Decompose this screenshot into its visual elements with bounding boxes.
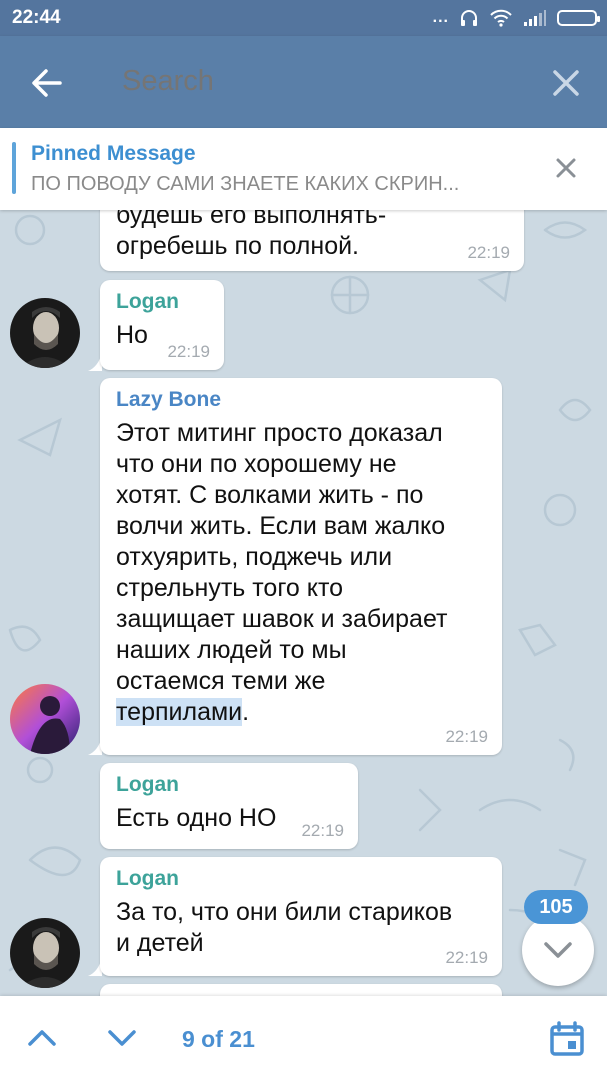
message-line: наших людей то мы [116,636,347,664]
message-punctuation: . [242,698,250,726]
avatar-image [10,298,80,368]
previous-result-button[interactable] [24,1020,60,1056]
search-toolbar [0,36,607,128]
message-line: стрельнуть того кто [116,574,344,602]
chevron-down-icon [108,1030,136,1046]
avatar-logan[interactable] [10,298,80,368]
jump-to-date-button[interactable] [548,1020,586,1058]
message-time: 22:19 [301,821,344,840]
calendar-icon [550,1021,584,1056]
message-line: терпилами. [116,697,486,728]
status-time: 22:44 [12,7,61,28]
back-arrow-icon [32,69,62,97]
message-line: хотят. С волками жить - по [116,481,424,509]
message-bubble[interactable]: Lazy Bone Этот митинг просто доказал что… [100,378,502,755]
message-line: За то, что они били стариков [116,898,453,926]
message-bubble[interactable]: Logan За то, что они били стариков и дет… [100,857,502,976]
scroll-to-bottom-button[interactable] [522,914,594,986]
signal-icon [524,10,546,26]
next-result-button[interactable] [104,1020,140,1056]
message-line: огребешь по полной. [116,232,360,260]
avatar-logan[interactable] [10,918,80,988]
message-sender[interactable]: Lazy Bone [116,388,486,412]
pinned-accent-bar [12,142,16,194]
unread-count-badge[interactable]: 105 [524,890,588,924]
search-results-bar: 9 of 21 [0,996,607,1080]
message-line: что они по хорошему не [116,450,397,478]
pinned-title: Pinned Message [31,142,196,165]
result-counter: 9 of 21 [182,1026,255,1052]
message-line: остаемся теми же [116,667,326,695]
search-highlight: терпилами [116,698,243,726]
message-bubble[interactable] [100,984,502,996]
message-line: волчи жить. Если вам жалко [116,512,446,540]
chat-area[interactable]: будешь его выполнять- огребешь по полной… [0,210,607,996]
message-line: и детей [116,929,204,957]
message-bubble[interactable]: будешь его выполнять- огребешь по полной… [100,210,524,271]
message-line: защищает шавок и забирает [116,605,448,633]
avatar-image [10,918,80,988]
avatar-lazy-bone[interactable] [10,684,80,754]
close-icon [556,158,576,178]
message-text: Этот митинг просто доказал что они по хо… [116,418,486,728]
message-time: 22:19 [167,342,210,361]
message-bubble[interactable]: Logan Но 22:19 [100,280,224,370]
close-icon [553,70,579,96]
message-time: 22:19 [445,948,488,967]
message-line: отхуярить, поджечь или [116,543,393,571]
message-sender[interactable]: Logan [116,773,342,797]
pinned-text: ПО ПОВОДУ САМИ ЗНАЕТЕ КАКИХ СКРИН... [31,173,460,195]
headphones-icon [461,10,477,26]
pinned-close-button[interactable] [551,153,581,183]
message-bubble[interactable]: Logan Есть одно НО 22:19 [100,763,358,849]
status-icons: ... [432,8,600,28]
message-sender[interactable]: Logan [116,290,208,314]
message-time: 22:19 [445,727,488,746]
message-text: За то, что они били стариков и детей [116,897,486,959]
back-button[interactable] [22,58,72,108]
wifi-icon [490,9,512,27]
search-input[interactable] [122,65,522,98]
avatar-image [10,684,80,754]
message-sender[interactable]: Logan [116,867,486,891]
message-text: будешь его выполнять- огребешь по полной… [116,210,508,262]
chevron-down-icon [544,942,572,958]
message-time: 22:19 [467,243,510,262]
battery-icon [557,10,600,26]
chevron-up-icon [28,1030,56,1046]
close-search-button[interactable] [543,60,589,106]
more-dots-icon: ... [432,9,449,26]
pinned-message[interactable]: Pinned Message ПО ПОВОДУ САМИ ЗНАЕТЕ КАК… [0,128,607,210]
message-line: будешь его выполнять- [116,210,387,229]
message-line: Этот митинг просто доказал [116,419,443,447]
status-bar: 22:44 ... [0,0,607,36]
